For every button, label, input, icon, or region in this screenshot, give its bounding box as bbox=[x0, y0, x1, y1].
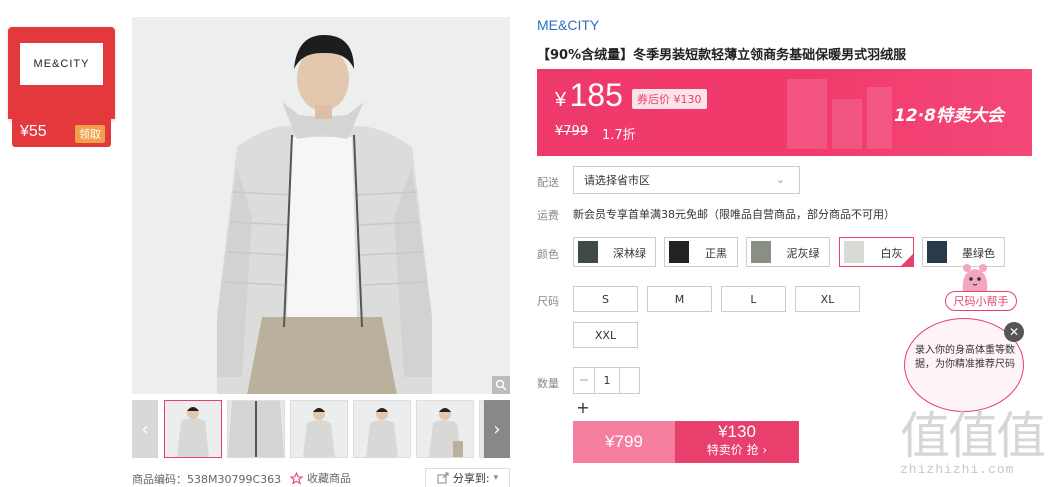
check-icon bbox=[900, 253, 914, 267]
region-select[interactable]: 请选择省市区 ⌄ bbox=[573, 166, 800, 194]
banner-decoration bbox=[787, 79, 827, 149]
chevron-down-icon: ▾ bbox=[493, 473, 499, 483]
size-helper-text: 录入你的身高体重等数据，为你精准推荐尺码 bbox=[915, 345, 1015, 370]
color-swatch bbox=[844, 241, 864, 263]
coupon-price-badge: 券后价 ¥130 bbox=[632, 89, 707, 109]
zoom-icon[interactable] bbox=[492, 376, 510, 394]
favorite-label: 收藏商品 bbox=[307, 472, 351, 485]
banner-decoration bbox=[867, 87, 892, 149]
model-photo bbox=[132, 17, 510, 394]
buy-special-price-button[interactable]: ¥130 特卖价 抢 › bbox=[675, 421, 799, 463]
currency-symbol: ¥ bbox=[555, 89, 567, 111]
watermark-logo: 值值值 bbox=[900, 407, 1046, 465]
thumbnail-prev-button[interactable]: ‹ bbox=[132, 400, 158, 458]
price-value: 185 bbox=[569, 77, 623, 113]
color-option[interactable]: 深林绿 bbox=[573, 237, 656, 267]
color-swatch bbox=[669, 241, 689, 263]
product-meta-row: 商品编码：538M30799C363 收藏商品 分享到: ▾ bbox=[132, 468, 510, 487]
region-select-value: 请选择省市区 bbox=[584, 174, 650, 187]
original-price: ¥799 bbox=[555, 124, 589, 139]
color-option[interactable]: 正黑 bbox=[664, 237, 738, 267]
brand-coupon-card[interactable]: ME&CITY ¥55 领取 bbox=[8, 27, 115, 151]
color-name: 泥灰绿 bbox=[786, 247, 820, 260]
size-label: 尺码 bbox=[537, 295, 559, 308]
color-option[interactable]: 泥灰绿 bbox=[746, 237, 830, 267]
banner-decoration bbox=[832, 99, 862, 149]
special-price: ¥130 bbox=[718, 422, 756, 441]
thumbnail[interactable] bbox=[290, 400, 348, 458]
thumbnail-strip: ‹ › bbox=[132, 400, 510, 458]
quantity-decrease-button[interactable]: − bbox=[574, 368, 594, 393]
size-option[interactable]: XL bbox=[795, 286, 860, 312]
special-price-label: 特卖价 抢 › bbox=[706, 443, 768, 457]
event-title: 12·8特卖大会 bbox=[894, 106, 1004, 126]
current-price: ¥ 185 bbox=[555, 77, 623, 114]
size-helper-button[interactable]: 尺码小帮手 bbox=[945, 291, 1017, 311]
coupon-footer: ¥55 领取 bbox=[12, 119, 111, 147]
product-code: 商品编码：538M30799C363 bbox=[132, 473, 282, 486]
color-option-selected[interactable]: 白灰 bbox=[839, 237, 914, 267]
thumbnail-next-button[interactable]: › bbox=[484, 400, 510, 458]
size-option[interactable]: L bbox=[721, 286, 786, 312]
shipping-label: 配送 bbox=[537, 176, 559, 189]
buy-original-price-button[interactable]: ¥799 bbox=[573, 421, 675, 463]
freight-label: 运费 bbox=[537, 209, 559, 222]
price-banner: ¥ 185 券后价 ¥130 ¥799 1.7折 12·8特卖大会 bbox=[537, 69, 1032, 156]
product-title: 【90%含绒量】冬季男装短款轻薄立领商务基础保暖男式羽绒服 bbox=[537, 48, 907, 63]
color-swatch bbox=[578, 241, 598, 263]
color-name: 墨绿色 bbox=[962, 247, 995, 260]
close-icon[interactable]: ✕ bbox=[1004, 322, 1024, 342]
main-product-image bbox=[132, 17, 510, 394]
brand-logo: ME&CITY bbox=[20, 43, 103, 85]
color-name: 深林绿 bbox=[613, 247, 646, 260]
quantity-label: 数量 bbox=[537, 377, 559, 390]
thumbnail[interactable] bbox=[416, 400, 474, 458]
color-swatch bbox=[751, 241, 771, 263]
watermark-text: zhizhizhi.com bbox=[900, 462, 1015, 477]
share-label: 分享到: bbox=[452, 472, 490, 485]
chevron-down-icon: ⌄ bbox=[775, 173, 785, 186]
coupon-header: ME&CITY bbox=[8, 27, 115, 119]
quantity-increase-button[interactable]: + bbox=[573, 397, 593, 417]
quantity-stepper: − 1 bbox=[573, 367, 640, 394]
size-option[interactable]: M bbox=[647, 286, 712, 312]
coupon-amount: ¥55 bbox=[20, 123, 47, 140]
share-icon bbox=[437, 472, 449, 484]
thumbnail[interactable] bbox=[227, 400, 285, 458]
freight-info: 新会员专享首单满38元免邮（限唯品自营商品，部分商品不可用） bbox=[573, 208, 895, 221]
thumbnail[interactable] bbox=[164, 400, 222, 458]
color-name: 正黑 bbox=[705, 247, 727, 260]
color-swatch bbox=[927, 241, 947, 263]
discount-label: 1.7折 bbox=[602, 128, 636, 143]
mascot-icon bbox=[962, 264, 988, 291]
size-option[interactable]: S bbox=[573, 286, 638, 312]
favorite-button[interactable]: 收藏商品 bbox=[290, 470, 351, 486]
star-icon bbox=[290, 471, 303, 485]
share-button[interactable]: 分享到: ▾ bbox=[425, 468, 510, 487]
thumbnail[interactable] bbox=[353, 400, 411, 458]
get-coupon-button[interactable]: 领取 bbox=[75, 125, 105, 143]
brand-link[interactable]: ME&CITY bbox=[537, 17, 599, 33]
color-label: 颜色 bbox=[537, 248, 559, 261]
size-option[interactable]: XXL bbox=[573, 322, 638, 348]
quantity-input[interactable]: 1 bbox=[594, 368, 620, 393]
